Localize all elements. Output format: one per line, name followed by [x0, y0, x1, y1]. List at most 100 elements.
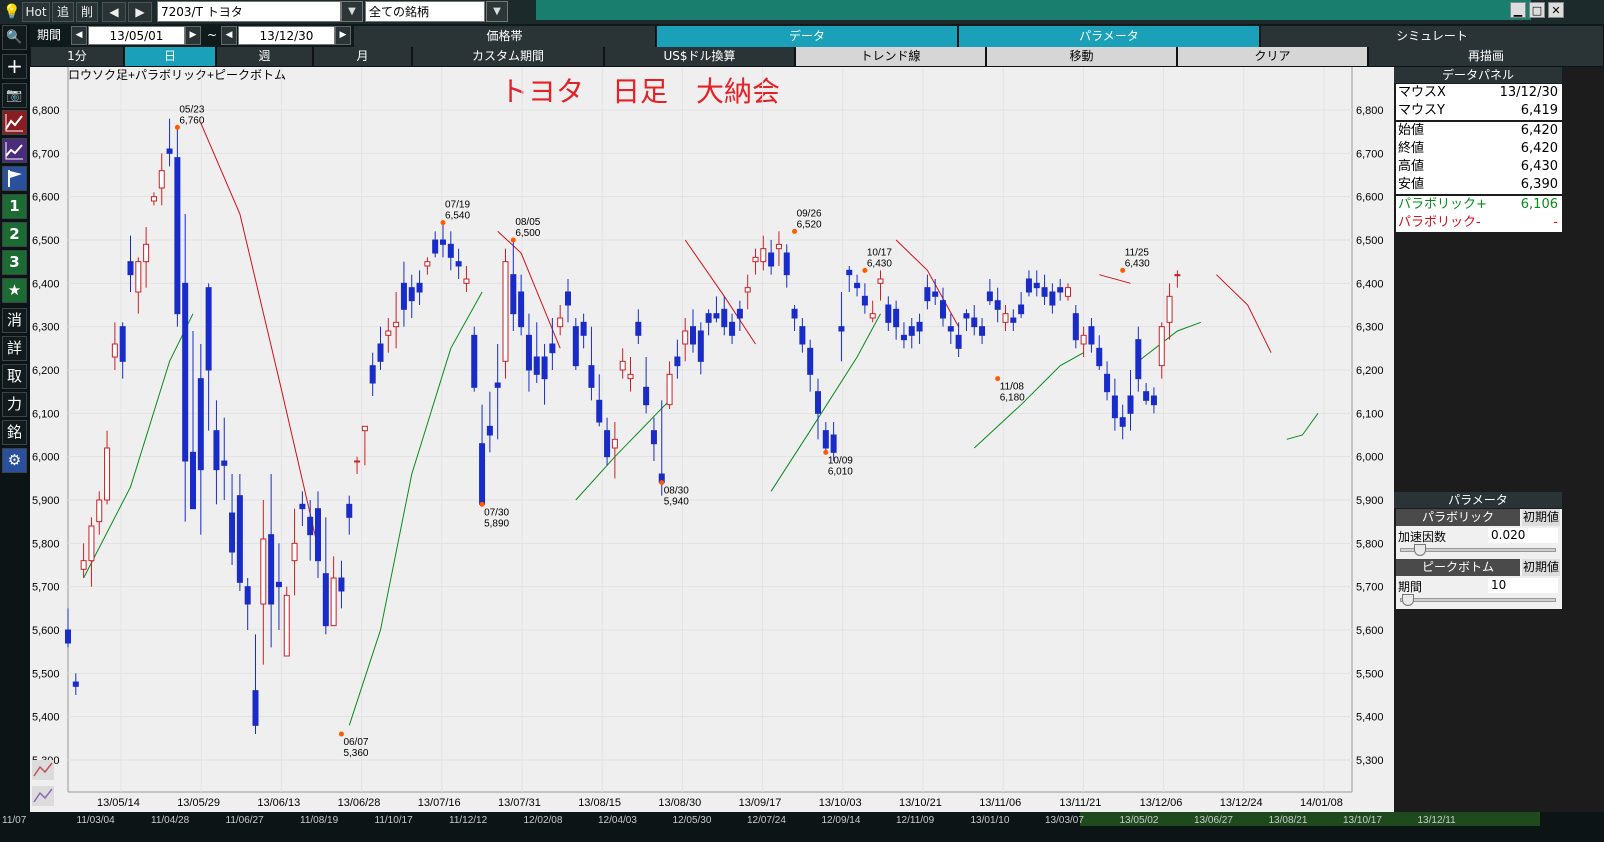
candle-body [1119, 417, 1126, 427]
candle-body [775, 243, 782, 250]
y-tick-label-right: 6,300 [1356, 322, 1384, 334]
overview-timeline[interactable]: 11/07 11/03/04 11/04/28 11/06/27 11/08/19 11/… [0, 812, 1604, 842]
peak-value-label: 5,940 [664, 497, 689, 508]
candle-body [752, 256, 759, 263]
candle-body [1049, 291, 1056, 306]
parabolic-plus-row: パラボリック+ 6,106 [1396, 196, 1562, 214]
stock-group-select[interactable]: 全ての銘柄 [365, 1, 485, 22]
candle-body [549, 343, 556, 354]
bulb-icon[interactable]: 💡 [3, 2, 20, 22]
tab-daily[interactable]: 日 [125, 47, 216, 66]
candle-body [307, 516, 314, 536]
start-next-button[interactable]: ▶ [185, 26, 201, 45]
usd-convert-button[interactable]: US$ドル換算 [605, 47, 795, 66]
open-value: 6,420 [1520, 123, 1558, 138]
candle-body [611, 438, 618, 449]
camera-icon[interactable]: 📷 [2, 83, 27, 108]
tab-price-range[interactable]: 価格帯 [354, 26, 656, 47]
symbol-dropdown-button[interactable]: ▼ [341, 1, 363, 22]
tab-parameters[interactable]: パラメータ [959, 26, 1260, 47]
layout-2-button[interactable]: 2 [2, 222, 27, 247]
hot-button[interactable]: Hot [22, 2, 50, 22]
start-date-input[interactable]: 13/05/01 [88, 26, 185, 45]
fetch-button[interactable]: 取 [2, 364, 27, 389]
start-prev-button[interactable]: ◀ [71, 26, 87, 45]
group-dropdown-button[interactable]: ▼ [486, 1, 508, 22]
bottom-timeline[interactable]: 11/07 11/03/04 11/04/28 11/06/27 11/08/19 11/… [0, 812, 1604, 842]
redraw-button[interactable]: 再描画 [1369, 47, 1604, 66]
candle-body [1135, 339, 1142, 380]
move-button[interactable]: 移動 [987, 47, 1177, 66]
y-tick-label-right: 5,800 [1356, 538, 1384, 550]
maximize-button[interactable]: □ [1529, 2, 1545, 18]
plus-icon[interactable]: + [2, 54, 27, 79]
output-button[interactable]: 力 [2, 392, 27, 417]
high-value: 6,430 [1520, 159, 1558, 174]
clear-button[interactable]: クリア [1178, 47, 1368, 66]
period-slider[interactable] [1400, 598, 1556, 602]
add-button[interactable]: 追 [52, 2, 74, 22]
trendline-button[interactable]: トレンド線 [796, 47, 986, 66]
y-tick-label-left: 5,700 [32, 582, 60, 594]
flag-icon[interactable] [2, 166, 27, 191]
candle-body [994, 300, 1001, 310]
tab-simulate[interactable]: シミュレート [1261, 26, 1604, 47]
gear-icon[interactable]: ⚙ [2, 448, 27, 473]
custom-period-button[interactable]: カスタム期間 [413, 47, 604, 66]
end-date-input[interactable]: 13/12/30 [238, 26, 335, 45]
mini-chart-icon-purple[interactable] [32, 786, 54, 806]
chart-purple-icon[interactable] [2, 138, 27, 163]
x-tick-label: 14/01/08 [1300, 797, 1343, 809]
layout-1-button[interactable]: 1 [2, 194, 27, 219]
overview-tick-label: 13/03/07 [1045, 815, 1084, 826]
tab-1min[interactable]: 1分 [31, 47, 124, 66]
delete-button[interactable]: 削 [76, 2, 98, 22]
symbol-input[interactable]: 7203/T トヨタ [157, 1, 341, 22]
zoom-icon[interactable]: 🔍 [2, 25, 27, 50]
candle-body [408, 287, 415, 302]
accel-label: 加速因数 [1398, 530, 1447, 544]
candle-body [393, 321, 400, 328]
peakbottom-reset-button[interactable]: 初期値 [1522, 559, 1560, 576]
candle-body [494, 382, 501, 388]
peakbottom-section-header: ピークボトム [1396, 559, 1520, 576]
candle-body [807, 347, 814, 375]
tab-monthly[interactable]: 月 [314, 47, 412, 66]
detail-button[interactable]: 詳 [2, 336, 27, 361]
close-button[interactable]: ✕ [1548, 2, 1564, 18]
candlestick-chart[interactable]: ロウソク足+パラボリック+ピークボトム トヨタ 日足 大納会 05/236,76… [30, 67, 1394, 812]
prev-symbol-button[interactable]: ◀ [102, 2, 126, 22]
params-title: パラメータ [1394, 492, 1562, 508]
y-tick-label-right: 6,800 [1356, 105, 1384, 117]
peak-value-label: 5,360 [343, 748, 368, 759]
candle-body [799, 326, 806, 345]
overview-tick-label: 13/08/21 [1269, 815, 1308, 826]
accel-slider-thumb[interactable] [1413, 544, 1426, 556]
period-param-input[interactable]: 10 [1488, 578, 1558, 593]
tab-data[interactable]: データ [657, 26, 958, 47]
candle-body [447, 243, 454, 258]
mini-chart-icon-red[interactable] [32, 760, 54, 780]
end-next-button[interactable]: ▶ [335, 26, 351, 45]
layout-3-button[interactable]: 3 [2, 250, 27, 275]
top-toolbar: 💡 Hot 追 削 ◀ ▶ 7203/T トヨタ ▼ 全ての銘柄 ▼ ▁ □ ✕ [0, 0, 1604, 24]
x-tick-label: 13/08/15 [578, 797, 621, 809]
erase-button[interactable]: 消 [2, 308, 27, 333]
overview-tick-label: 13/01/10 [971, 815, 1010, 826]
peak-date-label: 10/17 [867, 247, 892, 258]
price-chart[interactable]: ロウソク足+パラボリック+ピークボトム トヨタ 日足 大納会 05/23 6,76… [30, 67, 1394, 812]
y-tick-label-left: 5,800 [32, 538, 60, 550]
x-tick-label: 13/05/14 [97, 797, 140, 809]
candle-body [627, 373, 634, 380]
end-prev-button[interactable]: ◀ [221, 26, 237, 45]
accel-input[interactable]: 0.020 [1488, 528, 1558, 543]
brand-button[interactable]: 銘 [2, 420, 27, 445]
tab-weekly[interactable]: 週 [217, 47, 313, 66]
minimize-button[interactable]: ▁ [1510, 2, 1526, 18]
star-icon[interactable]: ★ [2, 278, 27, 303]
chart-red-icon[interactable] [2, 110, 27, 135]
parabolic-reset-button[interactable]: 初期値 [1522, 509, 1560, 526]
close-value: 6,420 [1520, 141, 1558, 156]
period-slider-thumb[interactable] [1402, 594, 1414, 606]
next-symbol-button[interactable]: ▶ [128, 2, 152, 22]
